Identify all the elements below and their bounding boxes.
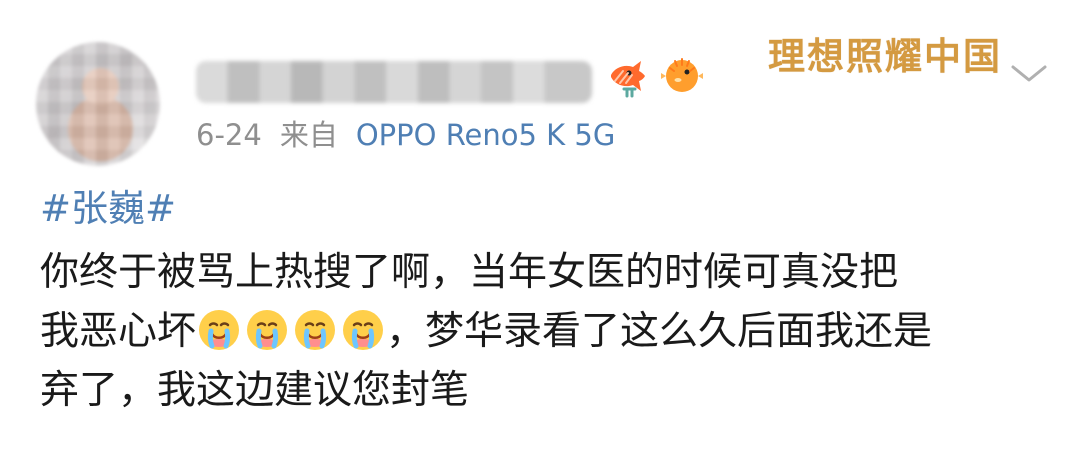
post-line-2-suffix: ，梦华录看了这么久后面我还是: [386, 308, 933, 354]
post-line-2-prefix: 我恶心坏: [40, 308, 197, 354]
chevron-down-icon[interactable]: [1011, 64, 1047, 84]
post-body: 你终于被骂上热搜了啊，当年女医的时候可真没把 我恶心坏 ，梦华录看了这么久后面我…: [40, 243, 1040, 420]
fish-icon: [602, 52, 650, 100]
post-content: #张巍# 你终于被骂上热搜了啊，当年女医的时候可真没把 我恶心坏 ，梦华录看了这…: [40, 187, 1040, 420]
avatar[interactable]: [36, 42, 160, 166]
crying-emoji: [247, 310, 288, 351]
crying-emoji: [295, 310, 336, 351]
post-line-3: 弃了，我这边建议您封笔: [40, 367, 470, 413]
post-source-label: 来自: [279, 118, 338, 152]
post-meta: 6-24 来自 OPPO Reno5 K 5G: [196, 121, 615, 150]
badge-group: [602, 52, 712, 102]
emoji-group: [196, 307, 386, 353]
crying-emoji: [343, 310, 384, 351]
post-date: 6-24: [196, 118, 262, 152]
watermark-text: 理想照耀中国: [768, 34, 1002, 78]
post-line-1: 你终于被骂上热搜了啊，当年女医的时候可真没把: [40, 249, 899, 295]
crying-emoji: [199, 310, 240, 351]
post-hashtag[interactable]: #张巍#: [40, 187, 1040, 231]
username-blurred[interactable]: [196, 61, 592, 103]
post-device-link[interactable]: OPPO Reno5 K 5G: [356, 121, 616, 150]
post-line-2: 我恶心坏 ，梦华录看了这么久后面我还是: [40, 302, 1040, 361]
puffer-icon: [658, 52, 706, 100]
